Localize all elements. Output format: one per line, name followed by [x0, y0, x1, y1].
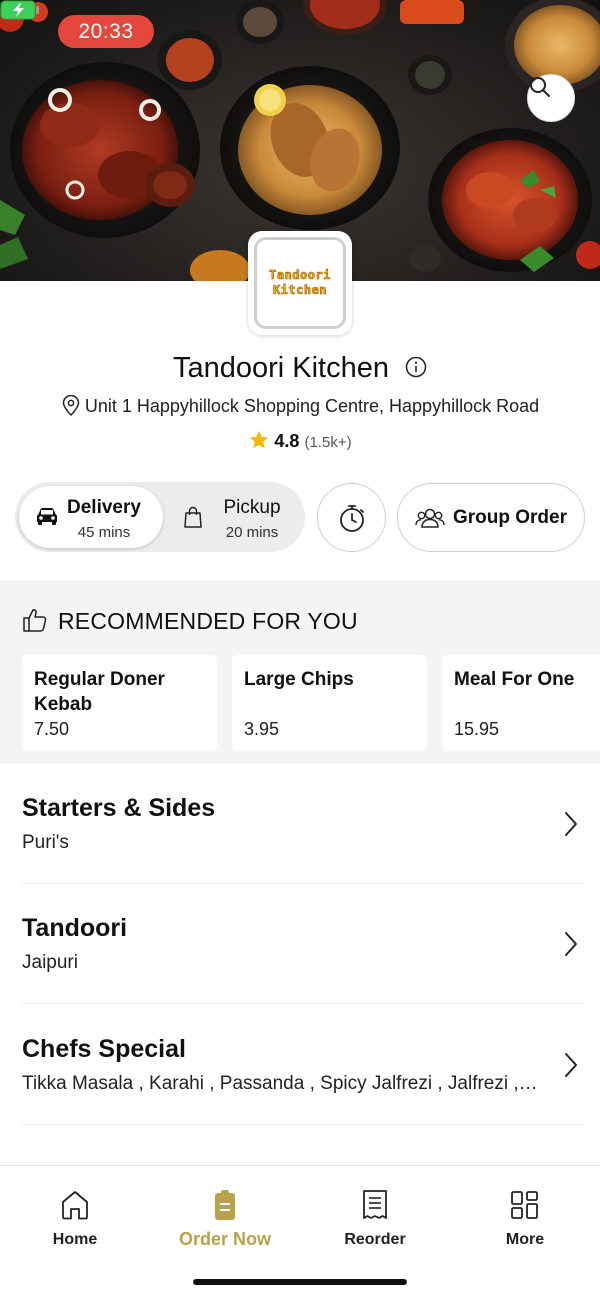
- category-name: Starters & Sides: [22, 794, 216, 822]
- category-name: Tandoori: [22, 914, 128, 942]
- category-name: Chefs Special: [22, 1035, 186, 1063]
- tab-label: Order Now: [178, 1229, 271, 1249]
- divider: [22, 1124, 584, 1125]
- group-users-icon: [415, 508, 445, 528]
- rating-row: 4.8 (1.5k+): [0, 431, 600, 452]
- order-mode-toggle: Delivery 45 mins Pickup 20 mins: [15, 482, 305, 552]
- pickup-time: 20 mins: [225, 524, 279, 541]
- delivery-label: Delivery: [67, 497, 141, 518]
- restaurant-logo-mark: Tandoori Kitchen: [254, 237, 346, 329]
- recommended-item-price: 3.95: [244, 719, 280, 739]
- pickup-option[interactable]: Pickup 20 mins: [167, 486, 311, 548]
- logo-line-1: Tandoori: [269, 268, 331, 283]
- recommended-card[interactable]: Regular Doner Kebab 7.50: [22, 655, 217, 751]
- restaurant-name-row: Tandoori Kitchen: [0, 352, 600, 385]
- recommended-title: RECOMMENDED FOR YOU: [58, 608, 358, 634]
- receipt-icon: [363, 1190, 387, 1219]
- category-subtitle: Tikka Masala , Karahi , Passanda , Spicy…: [22, 1073, 542, 1094]
- category-row[interactable]: Chefs Special Tikka Masala , Karahi , Pa…: [0, 1005, 600, 1125]
- thumbs-up-icon: [23, 609, 47, 633]
- home-indicator: [193, 1279, 407, 1285]
- restaurant-logo: Tandoori Kitchen: [248, 231, 352, 335]
- delivery-option[interactable]: Delivery 45 mins: [19, 486, 163, 548]
- recommended-card[interactable]: Meal For One 15.95: [442, 655, 600, 751]
- recommended-card[interactable]: Large Chips 3.95: [232, 655, 427, 751]
- tab-home[interactable]: Home: [0, 1188, 150, 1249]
- pickup-label: Pickup: [223, 497, 281, 518]
- info-icon[interactable]: [405, 356, 427, 378]
- category-row[interactable]: Starters & Sides Puri's: [0, 764, 600, 884]
- recommended-header: RECOMMENDED FOR YOU: [22, 608, 358, 635]
- chevron-right-icon: [565, 1053, 577, 1077]
- tab-label: Home: [52, 1231, 98, 1248]
- battery-charging-icon: [0, 0, 39, 20]
- stopwatch-icon: [339, 504, 364, 532]
- recommended-item-name: Large Chips: [244, 669, 354, 690]
- divider: [22, 1003, 584, 1004]
- restaurant-address: Unit 1 Happyhillock Shopping Centre, Hap…: [84, 396, 540, 416]
- home-icon: [62, 1191, 88, 1220]
- tab-more[interactable]: More: [450, 1188, 600, 1249]
- restaurant-name: Tandoori Kitchen: [172, 352, 389, 384]
- search-button[interactable]: [527, 74, 575, 122]
- logo-line-2: Kitchen: [272, 283, 328, 298]
- grid-icon: [511, 1191, 538, 1219]
- delivery-time: 45 mins: [77, 524, 131, 541]
- search-icon: [530, 77, 550, 97]
- schedule-button[interactable]: [317, 483, 386, 552]
- chevron-right-icon: [565, 812, 577, 836]
- tab-order-now[interactable]: Order Now: [150, 1188, 300, 1250]
- recommended-item-price: 15.95: [454, 719, 500, 739]
- order-icon: [215, 1190, 235, 1220]
- rating-count: (1.5k+): [304, 434, 352, 451]
- tab-label: Reorder: [344, 1231, 406, 1248]
- category-subtitle: Puri's: [22, 832, 69, 853]
- recommended-item-price: 7.50: [34, 719, 70, 739]
- location-pin-icon: [62, 394, 80, 416]
- status-time: 20:33: [58, 15, 154, 48]
- category-row[interactable]: Tandoori Jaipuri: [0, 884, 600, 1004]
- group-order-button[interactable]: Group Order: [397, 483, 585, 552]
- star-icon: [250, 431, 269, 449]
- group-order-label: Group Order: [452, 506, 567, 528]
- recommended-item-name: Meal For One: [454, 669, 575, 690]
- tab-label: More: [505, 1231, 545, 1248]
- chevron-right-icon: [565, 932, 577, 956]
- rating-value: 4.8: [274, 431, 300, 451]
- restaurant-address-row: Unit 1 Happyhillock Shopping Centre, Hap…: [0, 394, 600, 417]
- recommended-item-name: Regular Doner Kebab: [34, 669, 165, 715]
- recommended-section: RECOMMENDED FOR YOU Regular Doner Kebab …: [0, 580, 600, 764]
- category-subtitle: Jaipuri: [22, 952, 78, 973]
- tab-reorder[interactable]: Reorder: [300, 1188, 450, 1249]
